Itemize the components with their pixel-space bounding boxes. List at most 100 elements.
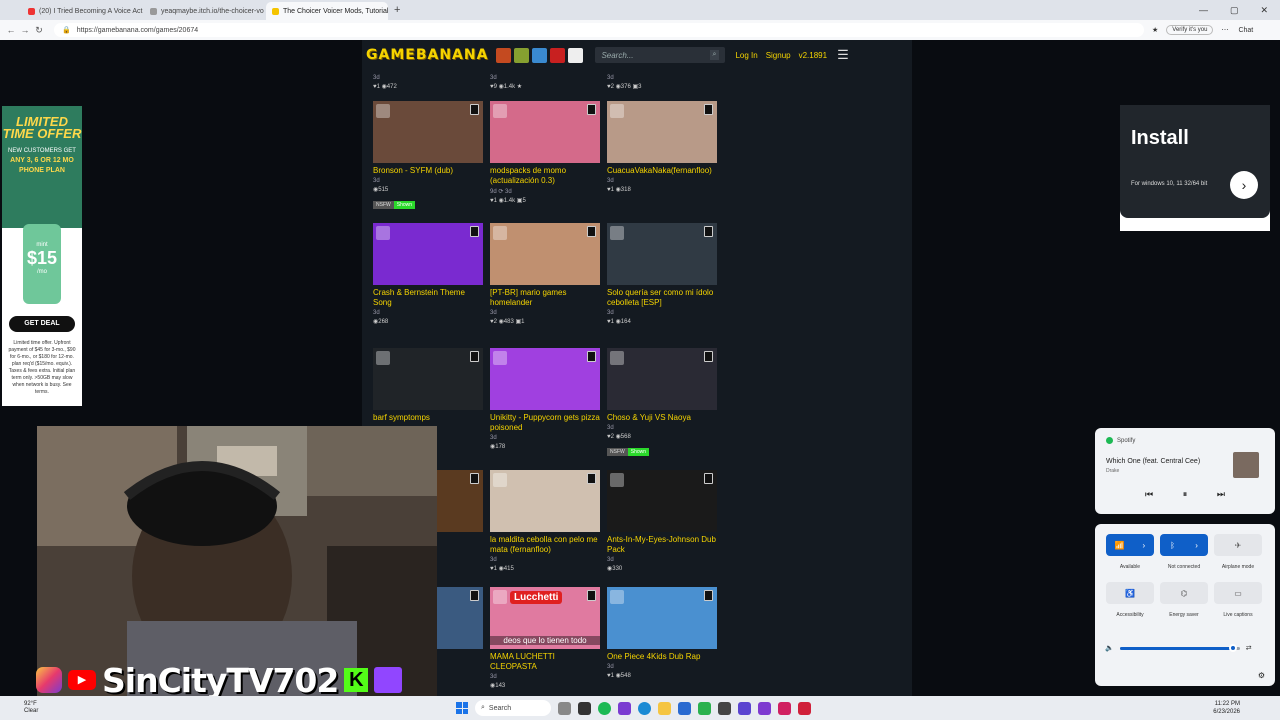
start-button[interactable] — [456, 702, 468, 714]
mod-title[interactable]: [PT-BR] mario games homelander — [490, 288, 600, 308]
next-track-button[interactable]: ⏭ — [1217, 489, 1225, 500]
taskbar-app-icon[interactable] — [678, 701, 691, 715]
mod-thumbnail[interactable] — [373, 348, 483, 410]
game-icon[interactable] — [496, 47, 512, 63]
reload-icon[interactable]: ↻ — [32, 25, 46, 36]
get-deal-button[interactable]: GET DEAL — [9, 316, 75, 332]
mod-thumbnail[interactable] — [607, 348, 717, 410]
previous-track-button[interactable]: ⏮ — [1145, 489, 1153, 500]
mod-thumbnail[interactable] — [490, 348, 600, 410]
mod-title[interactable]: Ants-In-My-Eyes-Johnson Dub Pack — [607, 535, 717, 555]
mod-card[interactable]: One Piece 4Kids Dub Rap 3d ♥1 ◉548 — [607, 587, 717, 679]
pause-button[interactable]: ⏸ — [1183, 489, 1188, 500]
mod-thumbnail[interactable] — [607, 587, 717, 649]
mod-card[interactable]: la maldita cebolla con pelo me mata (fer… — [490, 470, 600, 572]
taskbar-app-icon[interactable] — [778, 701, 791, 715]
search-input[interactable]: Search... ⌕ — [595, 47, 726, 63]
mod-card-partial[interactable]: 3d ♥2 ◉376 ▣3 — [607, 73, 717, 90]
url-field[interactable]: 🔒 https://gamebanana.com/games/20674 — [54, 23, 1144, 37]
new-tab-button[interactable]: + — [394, 4, 400, 16]
mod-card[interactable]: Solo quería ser como mi ídolo cebolleta … — [607, 223, 717, 325]
mod-card[interactable]: Crash & Bernstein Theme Song 3d ◉268 — [373, 223, 483, 325]
mod-thumbnail[interactable] — [607, 470, 717, 532]
browser-tab[interactable]: yeaqmaybe.itch.io/the-choicer-vo✕ — [144, 2, 266, 20]
mod-card-partial[interactable]: 3d ♥9 ◉1.4k ★ — [490, 73, 600, 90]
install-arrow-button[interactable]: › — [1230, 171, 1258, 199]
nsfw-badge[interactable]: NSFW Shown — [373, 201, 416, 209]
speaker-icon[interactable]: 🔈 — [1105, 644, 1114, 652]
taskbar-app-icon[interactable] — [618, 701, 631, 715]
game-icon[interactable] — [532, 47, 548, 63]
volume-slider[interactable] — [1119, 643, 1240, 652]
browser-tab[interactable]: (20) I Tried Becoming A Voice Act✕ — [22, 2, 144, 20]
mod-title[interactable]: Choso & Yuji VS Naoya — [607, 413, 717, 423]
mod-thumbnail[interactable] — [490, 101, 600, 163]
game-icon[interactable] — [568, 47, 584, 63]
minimize-icon[interactable]: — — [1199, 5, 1208, 16]
taskbar-app-icon[interactable] — [738, 701, 751, 715]
game-icon[interactable] — [514, 47, 530, 63]
login-link[interactable]: Log In — [735, 51, 757, 60]
clock[interactable]: 11:22 PM 6/23/2026 — [1213, 700, 1240, 716]
taskbar-app-icon[interactable] — [718, 701, 731, 715]
mod-card[interactable]: Lucchetti deos que lo tienen todo MAMA LU… — [490, 587, 600, 689]
quick-setting-toggle[interactable]: ⌬ — [1160, 582, 1208, 604]
weather-widget[interactable]: 92°F Clear — [24, 701, 38, 715]
hamburger-menu-icon[interactable]: ☰ — [837, 47, 849, 63]
mod-title[interactable]: Crash & Bernstein Theme Song — [373, 288, 483, 308]
more-icon[interactable]: ⋯ — [1221, 26, 1228, 34]
mod-card[interactable]: barf symptomps — [373, 348, 483, 425]
settings-gear-icon[interactable]: ⚙ — [1258, 671, 1265, 680]
mod-card[interactable]: modspacks de momo (actualización 0.3) 9d… — [490, 101, 600, 204]
mod-thumbnail[interactable] — [607, 223, 717, 285]
mod-thumbnail[interactable] — [490, 470, 600, 532]
gamebanana-logo[interactable]: GAMEBANANA — [366, 47, 488, 63]
quick-setting-toggle[interactable]: 📶 › — [1106, 534, 1154, 556]
task-view-icon[interactable] — [558, 701, 571, 715]
mod-title[interactable]: CuacuaVakaNaka(fernanfloo) — [607, 166, 717, 176]
mod-title[interactable]: la maldita cebolla con pelo me mata (fer… — [490, 535, 600, 555]
search-icon[interactable]: ⌕ — [709, 50, 720, 60]
chat-button[interactable]: Chat — [1238, 27, 1253, 34]
mod-card[interactable]: Choso & Yuji VS Naoya 3d ♥2 ◉568 NSFW Show… — [607, 348, 717, 458]
mod-card[interactable]: [PT-BR] mario games homelander 3d ♥2 ◉48… — [490, 223, 600, 325]
taskbar-app-icon[interactable] — [798, 701, 811, 715]
nsfw-badge[interactable]: NSFW Shown — [607, 448, 650, 456]
mod-card-partial[interactable]: 3d ♥1 ◉472 — [373, 73, 483, 90]
favorite-star-icon[interactable]: ★ — [1152, 26, 1158, 34]
mod-title[interactable]: One Piece 4Kids Dub Rap — [607, 652, 717, 662]
chevron-right-icon[interactable]: › — [1195, 541, 1198, 550]
mod-title[interactable]: Bronson - SYFM (dub) — [373, 166, 483, 176]
taskbar-app-icon[interactable] — [758, 701, 771, 715]
mod-title[interactable]: barf symptomps — [373, 413, 483, 423]
taskbar-app-icon[interactable] — [578, 701, 591, 715]
mod-thumbnail[interactable] — [373, 101, 483, 163]
game-icon[interactable] — [550, 47, 566, 63]
mod-title[interactable]: Unikitty - Puppycorn gets pizza poisoned — [490, 413, 600, 433]
audio-output-icon[interactable]: ⇄ — [1246, 644, 1252, 652]
quick-setting-toggle[interactable]: ▭ — [1214, 582, 1262, 604]
quick-setting-toggle[interactable]: ᛒ › — [1160, 534, 1208, 556]
version-link[interactable]: v2.1891 — [799, 51, 827, 60]
mod-card[interactable]: Bronson - SYFM (dub) 3d ◉515 NSFW Shown — [373, 101, 483, 211]
left-advertisement[interactable]: LIMITED TIME OFFER NEW CUSTOMERS GET ANY… — [2, 106, 82, 406]
back-icon[interactable]: ← — [4, 25, 18, 35]
signup-link[interactable]: Signup — [766, 51, 791, 60]
spotify-taskbar-icon[interactable] — [598, 701, 611, 715]
file-explorer-icon[interactable] — [658, 701, 671, 715]
browser-tab[interactable]: The Choicer Voicer Mods, Tutorials✕ — [266, 2, 388, 20]
volume-slider-handle[interactable] — [1228, 643, 1237, 652]
forward-icon[interactable]: → — [18, 25, 32, 35]
mod-card[interactable]: Ants-In-My-Eyes-Johnson Dub Pack 3d ◉330 — [607, 470, 717, 572]
mod-title[interactable]: modspacks de momo (actualización 0.3) — [490, 166, 600, 186]
mod-thumbnail[interactable] — [373, 223, 483, 285]
quick-setting-toggle[interactable]: ✈ — [1214, 534, 1262, 556]
close-window-icon[interactable]: ✕ — [1260, 5, 1268, 16]
edge-icon[interactable] — [638, 701, 651, 715]
verify-button[interactable]: Verify it's you — [1166, 25, 1214, 35]
mod-card[interactable]: CuacuaVakaNaka(fernanfloo) 3d ♥1 ◉318 — [607, 101, 717, 193]
taskbar-search[interactable]: ⌕ Search — [475, 700, 551, 716]
mod-thumbnail[interactable] — [490, 223, 600, 285]
quick-setting-toggle[interactable]: ♿ — [1106, 582, 1154, 604]
taskbar-app-icon[interactable] — [698, 701, 711, 715]
